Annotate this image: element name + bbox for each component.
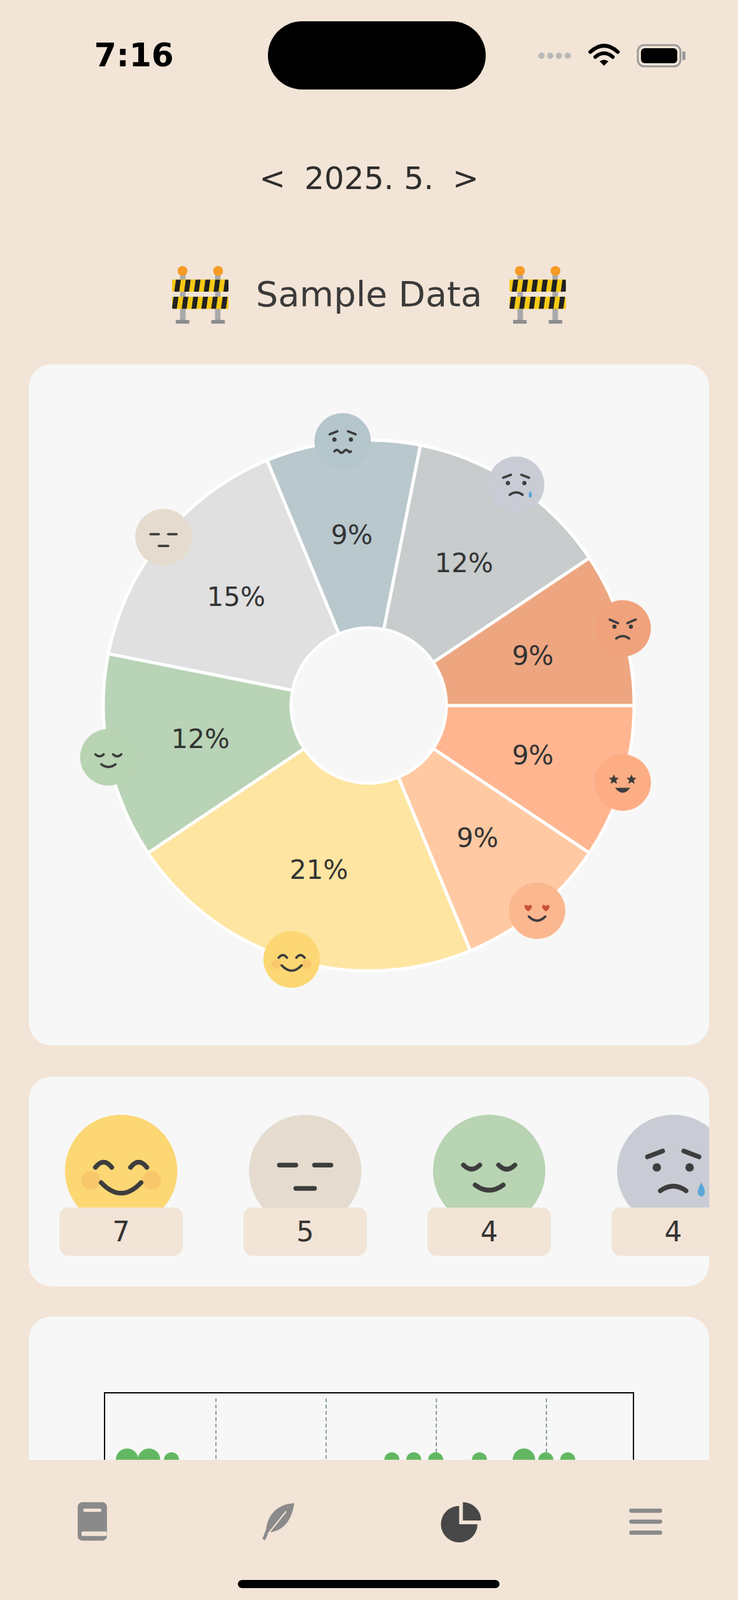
dynamic-island xyxy=(267,21,486,90)
banner-text: Sample Data xyxy=(256,272,482,317)
count-value: 4 xyxy=(664,1211,683,1253)
menu-icon[interactable] xyxy=(622,1498,669,1545)
mood-face-icon xyxy=(263,931,320,988)
mood-face-icon xyxy=(135,508,192,566)
mood-count: 4 xyxy=(611,1112,710,1256)
barrier-icon xyxy=(507,263,569,325)
count-value: 7 xyxy=(112,1211,131,1253)
segment-label: 12% xyxy=(171,723,230,755)
mood-count: 7 xyxy=(59,1112,183,1256)
count-badge: 7 xyxy=(59,1207,183,1256)
clock: 7:16 xyxy=(94,39,175,72)
count-badge: 5 xyxy=(243,1207,367,1256)
mood-face-icon xyxy=(594,600,651,657)
segment-label: 21% xyxy=(289,854,349,886)
tab[interactable] xyxy=(369,1498,554,1545)
segment-label: 9% xyxy=(512,640,554,672)
chart-card: 9% 9% 21% 12% 15% 9% 12% 9% xyxy=(28,364,710,1046)
wifi-icon xyxy=(587,43,621,69)
mood-count: 4 xyxy=(427,1112,551,1256)
month-nav: < 2025. 5. > xyxy=(0,159,738,198)
status-bar: 7:16 xyxy=(0,21,738,90)
signal-icon xyxy=(537,51,572,61)
prev-month-button[interactable]: < xyxy=(256,159,288,198)
tab[interactable] xyxy=(184,1498,370,1545)
segment-label: 12% xyxy=(435,547,494,579)
segment-label: 15% xyxy=(207,581,266,613)
count-badge: 4 xyxy=(611,1207,710,1256)
count-badge: 4 xyxy=(427,1207,551,1256)
mood-count: 5 xyxy=(243,1112,367,1256)
donut-chart: 9% 9% 21% 12% 15% 9% 12% 9% xyxy=(28,364,710,1046)
home-indicator xyxy=(237,1579,500,1589)
mood-face-icon xyxy=(508,882,566,939)
sample-banner: Sample Data xyxy=(0,262,738,326)
barrier-icon xyxy=(169,263,231,325)
month-label: 2025. 5. xyxy=(304,159,434,198)
segment-label: 9% xyxy=(331,519,374,551)
next-month-button[interactable]: > xyxy=(450,159,482,198)
count-list: 7 5 4 4 xyxy=(59,1112,710,1256)
mood-face-icon xyxy=(487,456,544,513)
mood-face-icon xyxy=(594,754,651,811)
diary-icon[interactable] xyxy=(69,1498,116,1545)
segment-label: 9% xyxy=(512,739,554,771)
stats-icon[interactable] xyxy=(438,1498,484,1545)
battery-fill xyxy=(640,48,678,64)
count-card: 7 5 4 4 xyxy=(28,1076,710,1287)
count-value: 4 xyxy=(480,1211,499,1253)
mood-face-icon xyxy=(314,413,371,470)
screen: 7:16 < 2025. 5. > Sample xyxy=(0,0,738,1600)
battery-icon xyxy=(636,43,687,68)
write-icon[interactable] xyxy=(254,1498,300,1545)
tab[interactable] xyxy=(553,1498,738,1545)
tab[interactable] xyxy=(0,1498,185,1545)
tab-bar xyxy=(0,1459,738,1600)
segment-label: 9% xyxy=(456,822,499,854)
count-value: 5 xyxy=(296,1211,315,1253)
mood-face-icon xyxy=(80,729,137,786)
